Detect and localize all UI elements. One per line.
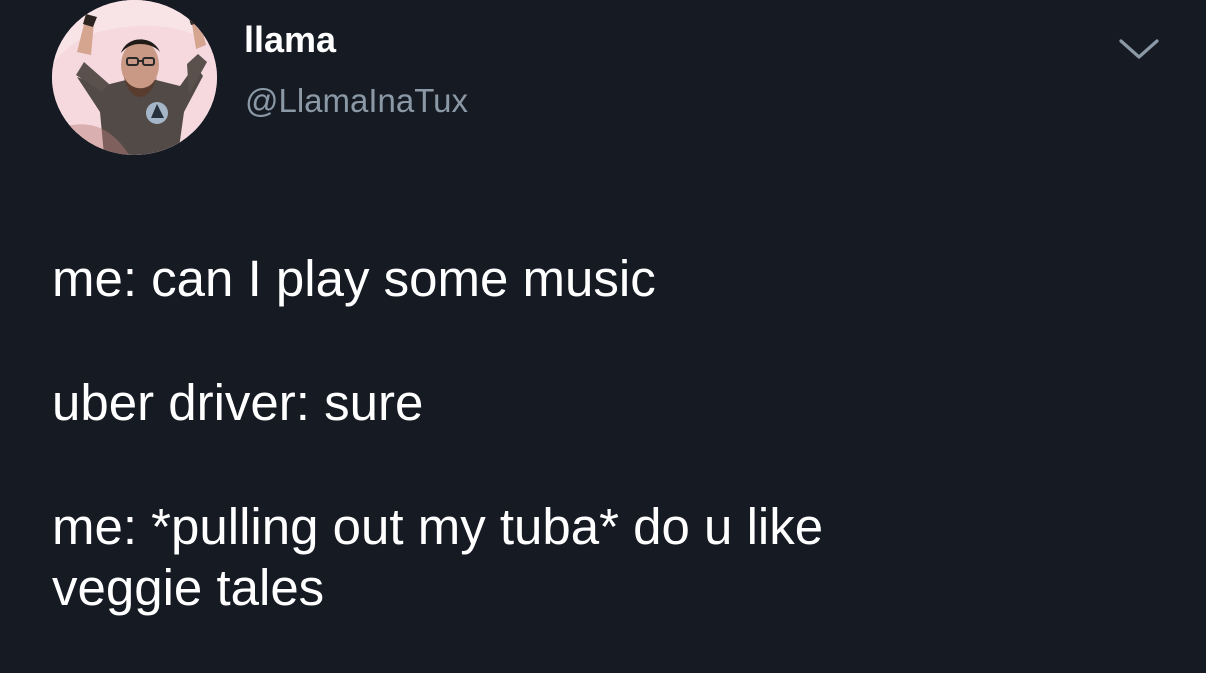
author-display-name[interactable]: llama <box>244 22 336 58</box>
tweet-line: me: *pulling out my tuba* do u like <box>52 498 824 555</box>
avatar[interactable] <box>52 0 217 155</box>
tweet-line: veggie tales <box>52 559 325 616</box>
tweet-card: llama @LlamaInaTux me: can I play some m… <box>0 0 1206 673</box>
chevron-down-icon[interactable] <box>1116 36 1162 62</box>
tweet-body: me: can I play some music uber driver: s… <box>52 248 1162 618</box>
tweet-line: me: can I play some music <box>52 250 656 307</box>
tweet-line: uber driver: sure <box>52 374 424 431</box>
author-handle[interactable]: @LlamaInaTux <box>245 84 468 117</box>
profile-photo-icon <box>52 0 217 155</box>
